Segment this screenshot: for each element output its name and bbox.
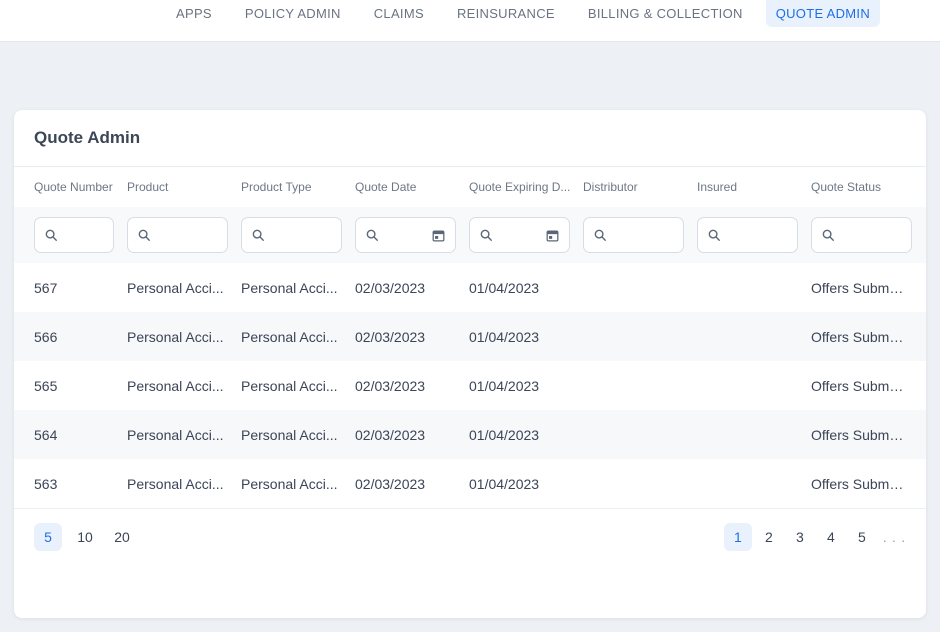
cell-product: Personal Acci... — [127, 427, 241, 443]
column-header-quote-number[interactable]: Quote Number — [34, 180, 127, 194]
cell-quote-expiring-date: 01/04/2023 — [469, 378, 583, 394]
cell-product-type: Personal Acci... — [241, 280, 355, 296]
search-icon — [44, 228, 58, 242]
page-2-button[interactable]: 2 — [755, 523, 783, 551]
column-header-insured[interactable]: Insured — [697, 180, 811, 194]
search-icon — [365, 228, 379, 242]
cell-quote-status: Offers Submit... — [811, 476, 912, 492]
main-nav: APPS POLICY ADMIN CLAIMS REINSURANCE BIL… — [166, 0, 880, 27]
filter-input-quote-number[interactable] — [64, 228, 104, 243]
cell-quote-date: 02/03/2023 — [355, 329, 469, 345]
page-size-selector: 5 10 20 — [34, 523, 136, 551]
column-header-quote-expiring-date[interactable]: Quote Expiring D... — [469, 180, 583, 194]
nav-item-reinsurance[interactable]: REINSURANCE — [447, 0, 565, 27]
cell-quote-number: 563 — [34, 476, 127, 492]
page-title: Quote Admin — [14, 110, 926, 167]
filter-input-quote-date[interactable] — [385, 228, 425, 243]
main-content: Quote Admin Quote Number Product Product… — [0, 42, 940, 618]
cell-product-type: Personal Acci... — [241, 329, 355, 345]
cell-quote-expiring-date: 01/04/2023 — [469, 476, 583, 492]
table-header-row: Quote Number Product Product Type Quote … — [14, 167, 926, 207]
column-header-product[interactable]: Product — [127, 180, 241, 194]
table-row[interactable]: 563 Personal Acci... Personal Acci... 02… — [14, 459, 926, 508]
calendar-icon[interactable] — [545, 228, 560, 243]
cell-quote-number: 567 — [34, 280, 127, 296]
cell-product-type: Personal Acci... — [241, 378, 355, 394]
table-filter-row — [14, 207, 926, 263]
column-header-quote-status[interactable]: Quote Status — [811, 180, 912, 194]
search-icon — [251, 228, 265, 242]
page-selector: 1 2 3 4 5 . . . — [724, 523, 910, 551]
filter-input-product[interactable] — [157, 228, 218, 243]
filter-quote-number[interactable] — [34, 217, 114, 253]
nav-item-quote-admin[interactable]: QUOTE ADMIN — [766, 0, 880, 27]
table-row[interactable]: 566 Personal Acci... Personal Acci... 02… — [14, 312, 926, 361]
page-3-button[interactable]: 3 — [786, 523, 814, 551]
cell-product: Personal Acci... — [127, 329, 241, 345]
nav-item-claims[interactable]: CLAIMS — [364, 0, 434, 27]
cell-quote-status: Offers Submit... — [811, 427, 912, 443]
filter-input-quote-expiring-date[interactable] — [499, 228, 539, 243]
search-icon — [593, 228, 607, 242]
table-row[interactable]: 565 Personal Acci... Personal Acci... 02… — [14, 361, 926, 410]
top-navigation-bar: APPS POLICY ADMIN CLAIMS REINSURANCE BIL… — [0, 0, 940, 42]
search-icon — [707, 228, 721, 242]
cell-quote-number: 566 — [34, 329, 127, 345]
cell-quote-expiring-date: 01/04/2023 — [469, 280, 583, 296]
nav-item-policy-admin[interactable]: POLICY ADMIN — [235, 0, 351, 27]
filter-quote-date[interactable] — [355, 217, 456, 253]
calendar-icon[interactable] — [431, 228, 446, 243]
search-icon — [479, 228, 493, 242]
cell-quote-date: 02/03/2023 — [355, 476, 469, 492]
search-icon — [137, 228, 151, 242]
cell-quote-status: Offers Submit... — [811, 378, 912, 394]
cell-quote-expiring-date: 01/04/2023 — [469, 329, 583, 345]
cell-product: Personal Acci... — [127, 378, 241, 394]
page-4-button[interactable]: 4 — [817, 523, 845, 551]
cell-quote-date: 02/03/2023 — [355, 427, 469, 443]
page-5-button[interactable]: 5 — [848, 523, 876, 551]
cell-quote-expiring-date: 01/04/2023 — [469, 427, 583, 443]
page-1-button[interactable]: 1 — [724, 523, 752, 551]
column-header-quote-date[interactable]: Quote Date — [355, 180, 469, 194]
filter-input-quote-status[interactable] — [841, 228, 902, 243]
page-size-20-button[interactable]: 20 — [108, 523, 136, 551]
quote-admin-card: Quote Admin Quote Number Product Product… — [14, 110, 926, 618]
cell-quote-date: 02/03/2023 — [355, 378, 469, 394]
filter-input-product-type[interactable] — [271, 228, 332, 243]
nav-item-billing-collection[interactable]: BILLING & COLLECTION — [578, 0, 753, 27]
column-header-distributor[interactable]: Distributor — [583, 180, 697, 194]
filter-input-insured[interactable] — [727, 228, 788, 243]
table-row[interactable]: 564 Personal Acci... Personal Acci... 02… — [14, 410, 926, 459]
search-icon — [821, 228, 835, 242]
filter-quote-expiring-date[interactable] — [469, 217, 570, 253]
filter-input-distributor[interactable] — [613, 228, 674, 243]
filter-distributor[interactable] — [583, 217, 684, 253]
table-row[interactable]: 567 Personal Acci... Personal Acci... 02… — [14, 263, 926, 312]
filter-quote-status[interactable] — [811, 217, 912, 253]
column-header-product-type[interactable]: Product Type — [241, 180, 355, 194]
page-size-10-button[interactable]: 10 — [71, 523, 99, 551]
cell-quote-number: 565 — [34, 378, 127, 394]
filter-product[interactable] — [127, 217, 228, 253]
cell-product-type: Personal Acci... — [241, 427, 355, 443]
cell-product-type: Personal Acci... — [241, 476, 355, 492]
cell-product: Personal Acci... — [127, 476, 241, 492]
cell-quote-status: Offers Submit... — [811, 329, 912, 345]
cell-quote-status: Offers Submit... — [811, 280, 912, 296]
nav-item-apps[interactable]: APPS — [166, 0, 222, 27]
cell-quote-number: 564 — [34, 427, 127, 443]
filter-product-type[interactable] — [241, 217, 342, 253]
pagination-bar: 5 10 20 1 2 3 4 5 . . . — [14, 508, 926, 565]
cell-quote-date: 02/03/2023 — [355, 280, 469, 296]
pages-ellipsis: . . . — [879, 523, 910, 551]
page-size-5-button[interactable]: 5 — [34, 523, 62, 551]
filter-insured[interactable] — [697, 217, 798, 253]
cell-product: Personal Acci... — [127, 280, 241, 296]
